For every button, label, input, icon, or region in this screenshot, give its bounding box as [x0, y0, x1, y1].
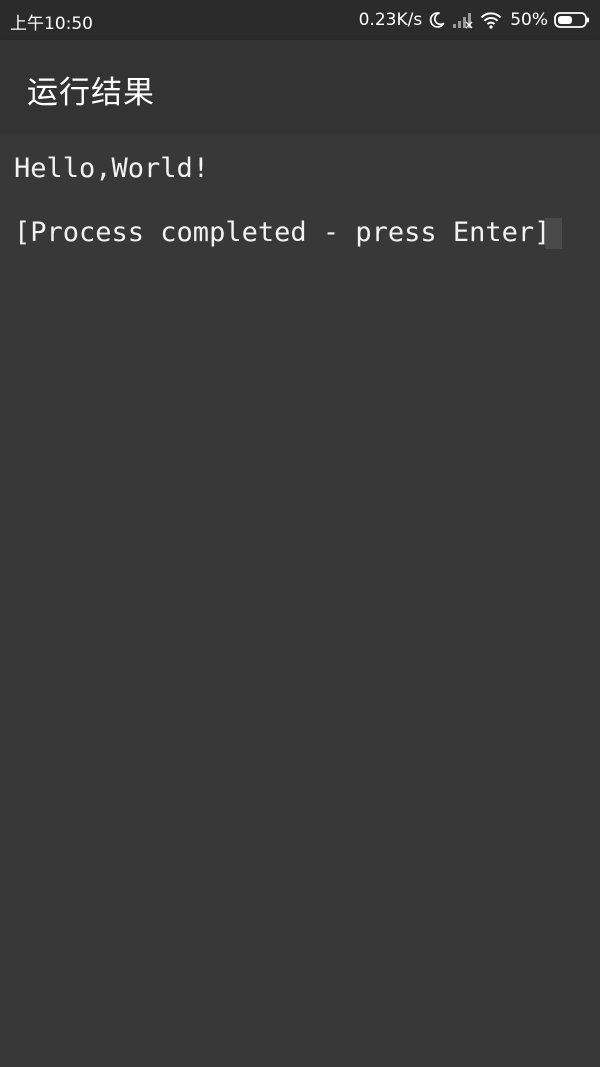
battery-percent: 50% [510, 10, 548, 30]
moon-icon [428, 11, 446, 29]
status-icons-group: 0.23K/s 50% [359, 0, 590, 40]
terminal-line: [Process completed - press Enter] [14, 217, 551, 248]
terminal-line: Hello,World! [14, 153, 210, 184]
status-bar: 上午10:50 0.23K/s 50% [0, 0, 600, 40]
network-speed: 0.23K/s [358, 10, 423, 30]
page-title: 运行结果 [27, 75, 155, 111]
status-time: 上午10:50 [10, 14, 93, 34]
terminal-output[interactable]: Hello,World! [Process completed - press … [0, 134, 600, 1067]
battery-icon [554, 11, 590, 29]
wifi-icon [480, 11, 502, 29]
terminal-cursor [545, 218, 562, 249]
signal-icon [452, 11, 474, 29]
app-bar: 运行结果 [0, 40, 600, 134]
